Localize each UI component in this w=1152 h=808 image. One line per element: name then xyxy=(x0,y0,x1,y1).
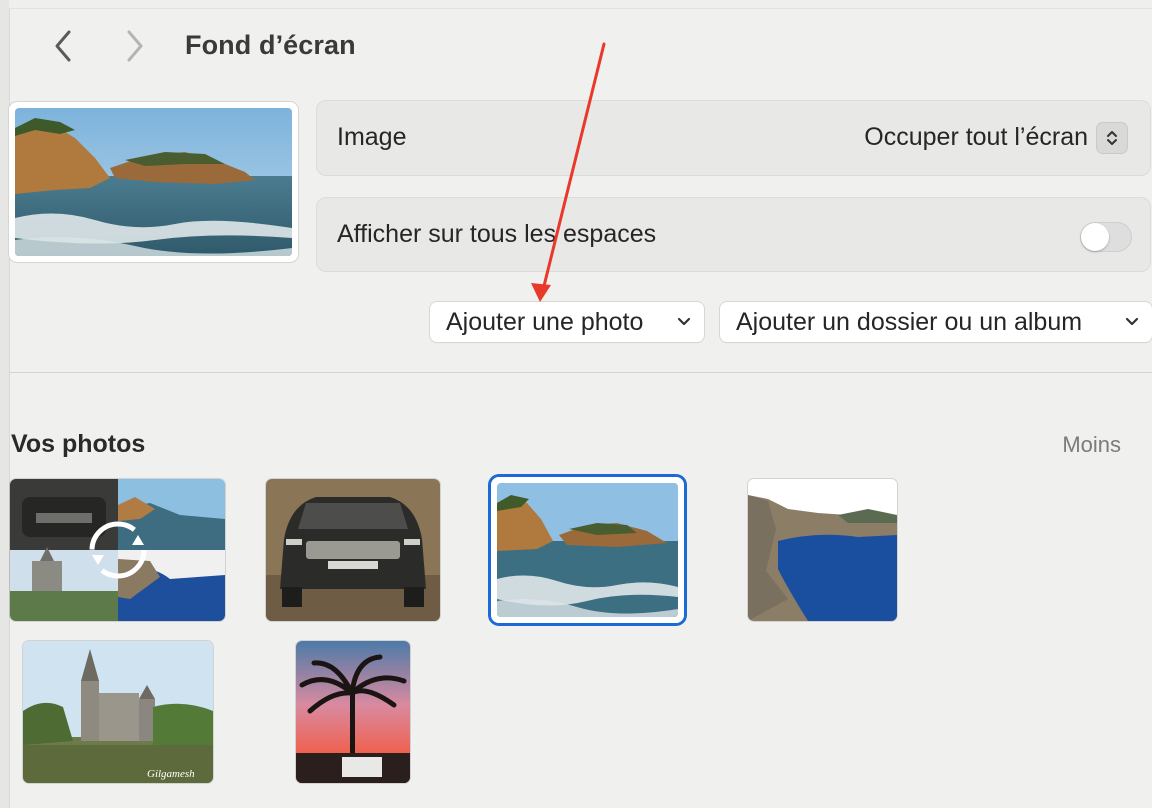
image-row: Image Occuper tout l’écran xyxy=(316,100,1151,176)
toggle-knob xyxy=(1081,223,1109,251)
coast-preview-image xyxy=(15,108,292,256)
chevron-right-icon xyxy=(127,30,143,62)
chevron-left-icon xyxy=(55,30,71,62)
photo-thumbnail-shuffle[interactable] xyxy=(10,479,225,621)
section-divider xyxy=(9,372,1152,373)
forward-button[interactable] xyxy=(117,28,153,64)
image-label: Image xyxy=(337,123,407,151)
add-photo-label: Ajouter une photo xyxy=(446,307,644,336)
your-photos-heading: Vos photos xyxy=(11,430,146,458)
all-spaces-label: Afficher sur tous les espaces xyxy=(337,220,657,248)
page-title: Fond d’écran xyxy=(185,30,356,60)
less-link[interactable]: Moins xyxy=(1062,432,1121,458)
photo-thumbnail-temple[interactable]: Gilgamesh xyxy=(23,641,213,783)
watermark-text: Gilgamesh xyxy=(147,768,195,780)
back-button[interactable] xyxy=(45,28,81,64)
chevron-down-icon xyxy=(1125,317,1139,326)
all-spaces-row: Afficher sur tous les espaces xyxy=(316,197,1151,272)
current-wallpaper-preview xyxy=(9,102,298,262)
fill-mode-stepper[interactable] xyxy=(1096,122,1128,154)
chevron-down-icon xyxy=(677,317,691,326)
photo-thumbnail-bay[interactable] xyxy=(748,479,897,621)
add-photo-button[interactable]: Ajouter une photo xyxy=(430,302,704,342)
car-image xyxy=(266,479,440,621)
temple-river-image: Gilgamesh xyxy=(23,641,213,783)
photo-thumbnail-car[interactable] xyxy=(266,479,440,621)
fill-mode-value[interactable]: Occuper tout l’écran xyxy=(864,123,1088,152)
wallpaper-settings-window: Fond d’écran Image Occuper tout l’écran xyxy=(0,0,1152,808)
up-down-chevron-icon xyxy=(1107,131,1117,145)
add-folder-button[interactable]: Ajouter un dossier ou un album xyxy=(720,302,1152,342)
photo-thumbnail-coast-selected[interactable] xyxy=(491,477,684,623)
rocky-coast-image xyxy=(497,483,678,617)
shuffle-collage-image xyxy=(10,479,225,621)
palm-sunset-image xyxy=(296,641,410,783)
toolbar-edge xyxy=(9,0,1152,9)
blue-bay-image xyxy=(748,479,897,621)
photo-thumbnail-palm[interactable] xyxy=(296,641,410,783)
add-folder-label: Ajouter un dossier ou un album xyxy=(736,307,1083,336)
all-spaces-toggle[interactable] xyxy=(1080,222,1132,252)
